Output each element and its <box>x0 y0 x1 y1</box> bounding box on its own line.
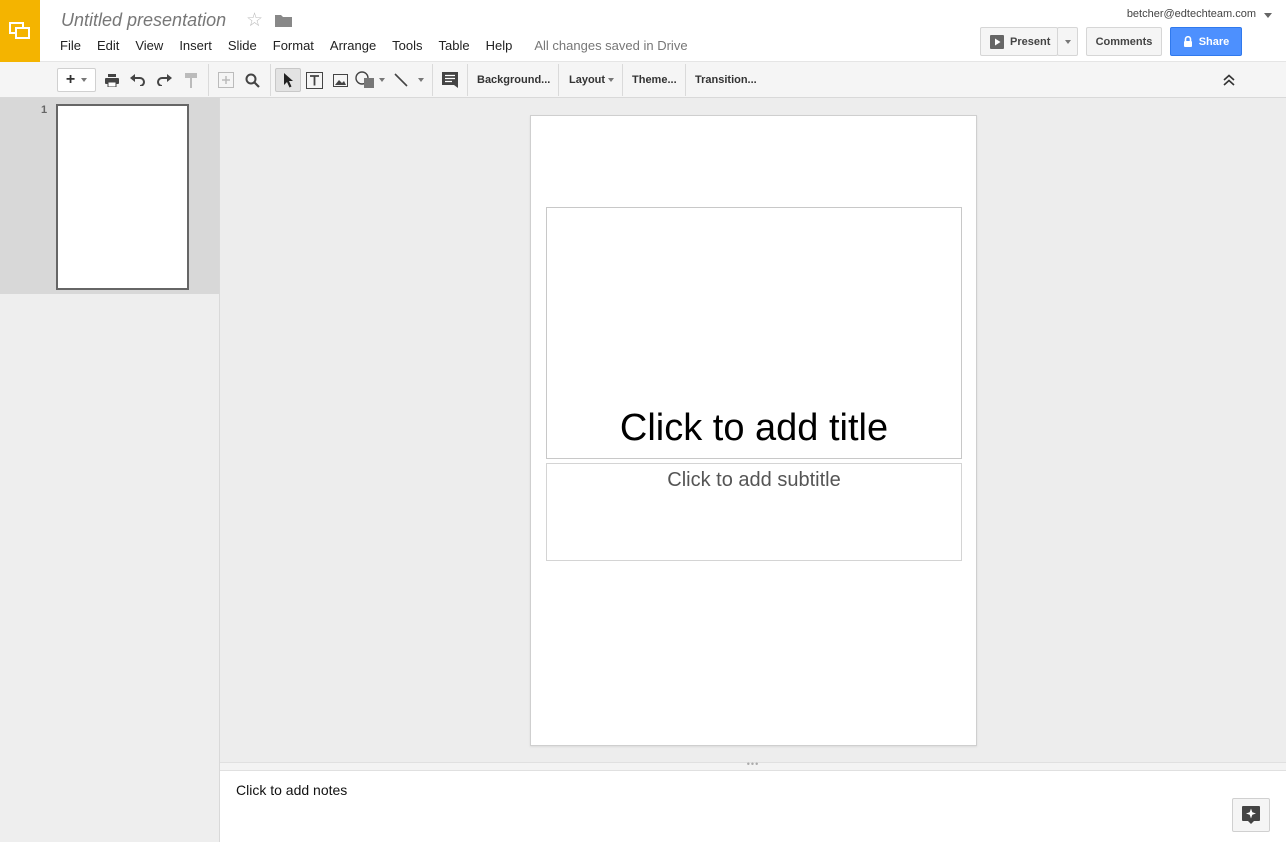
toolbar-divider <box>432 64 433 96</box>
menu-help[interactable]: Help <box>486 38 513 54</box>
comment-button[interactable] <box>440 68 460 92</box>
share-button[interactable]: Share <box>1170 27 1242 56</box>
slide[interactable]: Click to add title Click to add subtitle <box>530 115 977 746</box>
lock-icon <box>1183 36 1192 47</box>
fit-icon <box>218 72 234 88</box>
paint-format-icon <box>185 72 197 88</box>
print-button[interactable] <box>103 68 121 92</box>
explore-button[interactable] <box>1232 798 1270 832</box>
transition-button[interactable]: Transition... <box>695 68 757 92</box>
notes-resize-handle[interactable]: ••• <box>220 759 1286 771</box>
undo-button[interactable] <box>129 68 147 92</box>
comment-icon <box>442 72 458 88</box>
app-header: Untitled presentation ☆ File Edit View I… <box>0 0 1286 62</box>
shape-icon <box>355 71 374 88</box>
text-box-button[interactable] <box>304 68 324 92</box>
theme-button[interactable]: Theme... <box>632 68 677 92</box>
title-placeholder[interactable]: Click to add title <box>546 207 962 459</box>
chevron-down-icon <box>379 78 385 82</box>
notes-placeholder[interactable]: Click to add notes <box>236 782 347 798</box>
speaker-notes[interactable]: Click to add notes <box>220 771 1286 842</box>
chevron-down-icon <box>1064 39 1071 44</box>
comments-button[interactable]: Comments <box>1086 27 1162 56</box>
present-button[interactable]: Present <box>980 27 1058 56</box>
play-icon <box>990 34 1004 49</box>
toolbar: + Background... Layout Theme... Transiti… <box>0 62 1286 98</box>
toolbar-divider <box>685 64 686 96</box>
menu-view[interactable]: View <box>135 38 163 54</box>
chevron-down-icon <box>81 78 88 82</box>
slide-filmstrip: 1 <box>0 98 220 842</box>
print-icon <box>105 73 119 87</box>
chevron-down-icon <box>418 78 424 82</box>
slide-canvas: Click to add title Click to add subtitle <box>220 98 1286 762</box>
undo-icon <box>130 74 145 86</box>
menu-edit[interactable]: Edit <box>97 38 119 54</box>
star-icon[interactable]: ☆ <box>246 9 263 32</box>
slides-app: Untitled presentation ☆ File Edit View I… <box>0 0 1286 842</box>
grip-icon: ••• <box>746 759 760 769</box>
slide-thumbnail[interactable] <box>56 104 189 290</box>
menu-insert[interactable]: Insert <box>179 38 212 54</box>
save-status[interactable]: All changes saved in Drive <box>534 38 687 54</box>
explore-icon <box>1242 806 1260 824</box>
menu-slide[interactable]: Slide <box>228 38 257 54</box>
present-label: Present <box>1010 35 1051 48</box>
redo-button[interactable] <box>155 68 173 92</box>
zoom-button[interactable] <box>243 68 261 92</box>
zoom-icon <box>245 73 260 88</box>
new-slide-button[interactable]: + <box>57 68 96 92</box>
line-button[interactable] <box>393 68 427 92</box>
toolbar-divider <box>467 64 468 96</box>
new-slide-icon: + <box>65 71 76 88</box>
title-placeholder-text: Click to add title <box>619 407 889 449</box>
menu-file[interactable]: File <box>60 38 81 54</box>
slides-logo[interactable] <box>0 0 40 62</box>
toolbar-divider <box>270 64 271 96</box>
layout-label: Layout <box>569 74 606 86</box>
background-button[interactable]: Background... <box>477 68 550 92</box>
collapse-icon <box>1223 74 1235 86</box>
menu-table[interactable]: Table <box>439 38 470 54</box>
menu-bar: File Edit View Insert Slide Format Arran… <box>60 38 704 54</box>
document-title[interactable]: Untitled presentation <box>61 10 226 31</box>
paint-format-button[interactable] <box>182 68 200 92</box>
chevron-down-icon <box>608 78 615 82</box>
menu-tools[interactable]: Tools <box>392 38 422 54</box>
menu-arrange[interactable]: Arrange <box>330 38 376 54</box>
subtitle-placeholder[interactable]: Click to add subtitle <box>546 463 962 561</box>
share-label: Share <box>1198 35 1230 48</box>
shape-button[interactable] <box>355 68 389 92</box>
redo-icon <box>157 74 172 86</box>
collapse-toolbar-button[interactable] <box>1219 68 1239 92</box>
select-icon <box>283 72 293 87</box>
fit-button[interactable] <box>217 68 235 92</box>
account-caret-icon[interactable] <box>1264 13 1272 18</box>
text-box-icon <box>305 71 323 89</box>
line-icon <box>394 73 408 87</box>
slides-logo-icon <box>9 22 30 39</box>
account-email[interactable]: betcher@edtechteam.com <box>1127 8 1256 20</box>
select-button[interactable] <box>275 68 301 92</box>
layout-button[interactable]: Layout <box>569 68 615 92</box>
image-icon <box>332 73 348 87</box>
menu-format[interactable]: Format <box>273 38 314 54</box>
present-options-button[interactable] <box>1057 27 1078 56</box>
slide-number: 1 <box>41 104 48 116</box>
subtitle-placeholder-text: Click to add subtitle <box>667 469 841 491</box>
folder-icon[interactable] <box>275 14 292 27</box>
toolbar-divider <box>558 64 559 96</box>
image-button[interactable] <box>331 68 349 92</box>
toolbar-divider <box>208 64 209 96</box>
filmstrip-item[interactable]: 1 <box>0 98 219 294</box>
toolbar-divider <box>622 64 623 96</box>
